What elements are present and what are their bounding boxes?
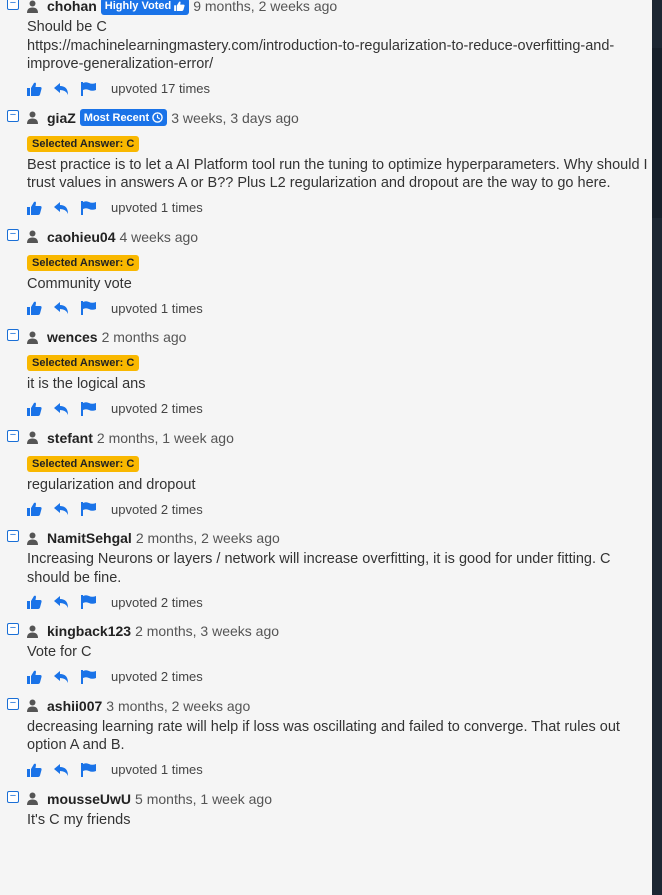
comment-username[interactable]: kingback123 <box>47 623 131 639</box>
comment-list: − chohan Highly Voted 9 months, 2 weeks ago… <box>0 0 652 829</box>
comment-item: − kingback123 2 months, 3 weeks ago Vote fo… <box>0 619 652 688</box>
thumbs-up-icon[interactable] <box>27 595 42 609</box>
comment-text: regularization and dropout <box>27 476 196 493</box>
upvote-count: upvoted 2 times <box>111 401 203 416</box>
reply-icon[interactable] <box>54 301 69 315</box>
comment-item: − caohieu04 4 weeks ago Selected Answer: C C… <box>0 225 652 320</box>
flag-icon[interactable] <box>81 401 96 416</box>
comment-item: − NamitSehgal 2 months, 2 weeks ago Increas… <box>0 526 652 613</box>
selected-answer-badge: Selected Answer: C <box>27 355 140 371</box>
reply-icon[interactable] <box>54 402 69 416</box>
upvote-count: upvoted 17 times <box>111 81 211 96</box>
thumbs-up-icon[interactable] <box>27 402 42 416</box>
comment-text: Best practice is to let a AI Platform to… <box>27 156 648 192</box>
reply-icon[interactable] <box>54 82 69 96</box>
flag-icon[interactable] <box>81 200 96 215</box>
reply-icon[interactable] <box>54 201 69 215</box>
reply-icon[interactable] <box>54 502 69 516</box>
upvote-count: upvoted 1 times <box>111 200 203 215</box>
collapse-minus-icon[interactable]: − <box>7 530 19 542</box>
user-icon <box>27 331 38 344</box>
thumbs-up-icon[interactable] <box>27 301 42 315</box>
reply-icon[interactable] <box>54 670 69 684</box>
upvote-count: upvoted 2 times <box>111 501 203 517</box>
user-icon <box>27 111 38 124</box>
comment-item: − chohan Highly Voted 9 months, 2 weeks ago… <box>0 0 652 100</box>
badge-label: Highly Voted <box>104 0 172 12</box>
user-icon <box>27 532 38 545</box>
upvote-count: upvoted 2 times <box>111 669 203 684</box>
user-icon <box>27 625 38 638</box>
collapse-minus-icon[interactable]: − <box>7 790 19 803</box>
comment-item: − stefant 2 months, 1 week ago Selected Ans… <box>0 426 652 521</box>
comment-username[interactable]: caohieu04 <box>47 229 115 245</box>
comment-timestamp: 2 months, 1 week ago <box>96 429 234 446</box>
comment-timestamp: 9 months, 2 weeks ago <box>193 0 338 14</box>
comment-username[interactable]: NamitSehgal <box>47 530 132 546</box>
comment-item: − ashii007 3 months, 2 weeks ago decreasing… <box>0 694 652 781</box>
user-icon <box>27 431 38 444</box>
badge-label: Most Recent <box>83 111 150 124</box>
comment-username[interactable]: mousseUwU <box>47 791 131 807</box>
user-icon <box>27 792 38 805</box>
comment-item: − mousseUwU 5 months, 1 week ago It's C my … <box>0 787 652 830</box>
comment-username[interactable]: ashii007 <box>47 698 102 714</box>
user-icon <box>27 699 38 712</box>
comment-badge: Most Recent <box>79 109 168 126</box>
comment-text: Community vote <box>27 275 132 292</box>
upvote-count: upvoted 2 times <box>111 594 203 610</box>
collapse-minus-icon[interactable]: − <box>7 228 19 241</box>
flag-icon[interactable] <box>81 595 96 609</box>
comment-username[interactable]: stefant <box>47 430 93 446</box>
thumbs-up-icon[interactable] <box>27 201 42 215</box>
comment-username[interactable]: wences <box>47 329 98 345</box>
upvote-count: upvoted 1 times <box>111 300 203 316</box>
comment-item: − giaZ Most Recent 3 weeks, 3 days ago Selec… <box>0 106 652 219</box>
clock-icon <box>152 112 163 124</box>
thumbs-up-icon[interactable] <box>27 82 42 96</box>
collapse-minus-icon[interactable]: − <box>7 429 19 442</box>
comment-username[interactable]: giaZ <box>47 110 76 126</box>
thumbs-up-icon <box>174 0 185 12</box>
comment-text: It's C my friends <box>27 811 131 828</box>
user-icon <box>27 0 38 13</box>
selected-answer-badge: Selected Answer: C <box>27 135 140 152</box>
comment-text: Should be C https://machinelearningmaste… <box>27 19 615 72</box>
collapse-minus-icon[interactable]: − <box>7 0 19 10</box>
comment-timestamp: 2 months, 3 weeks ago <box>135 623 280 639</box>
collapse-minus-icon[interactable]: − <box>7 329 19 341</box>
page-edge-panel <box>652 0 662 895</box>
collapse-minus-icon[interactable]: − <box>7 623 19 635</box>
flag-icon[interactable] <box>81 669 96 684</box>
comment-timestamp: 3 weeks, 3 days ago <box>171 109 299 126</box>
user-icon <box>27 230 38 243</box>
comment-text: Increasing Neurons or layers / network w… <box>27 551 611 586</box>
comment-badge: Highly Voted <box>100 0 190 15</box>
flag-icon[interactable] <box>81 301 96 315</box>
flag-icon[interactable] <box>81 502 96 516</box>
comment-text: decreasing learning rate will help if lo… <box>27 718 620 754</box>
reply-icon[interactable] <box>54 595 69 609</box>
flag-icon[interactable] <box>81 81 96 96</box>
thumbs-up-icon[interactable] <box>27 763 42 777</box>
upvote-count: upvoted 1 times <box>111 762 203 777</box>
thumbs-up-icon[interactable] <box>27 502 42 516</box>
comment-timestamp: 2 months ago <box>101 329 187 345</box>
comment-timestamp: 4 weeks ago <box>119 228 199 245</box>
thumbs-up-icon[interactable] <box>27 670 42 684</box>
selected-answer-badge: Selected Answer: C <box>27 254 140 271</box>
flag-icon[interactable] <box>81 762 96 777</box>
comment-text: it is the logical ans <box>27 376 146 392</box>
collapse-minus-icon[interactable]: − <box>7 109 19 122</box>
comment-timestamp: 5 months, 1 week ago <box>135 790 273 807</box>
comment-text: Vote for C <box>27 644 92 660</box>
comment-item: − wences 2 months ago Selected Answer: C it … <box>0 325 652 420</box>
comment-timestamp: 2 months, 2 weeks ago <box>135 530 280 546</box>
comment-username[interactable]: chohan <box>47 0 97 14</box>
comment-timestamp: 3 months, 2 weeks ago <box>106 697 251 714</box>
selected-answer-badge: Selected Answer: C <box>27 455 140 472</box>
collapse-minus-icon[interactable]: − <box>7 697 19 710</box>
reply-icon[interactable] <box>54 763 69 777</box>
